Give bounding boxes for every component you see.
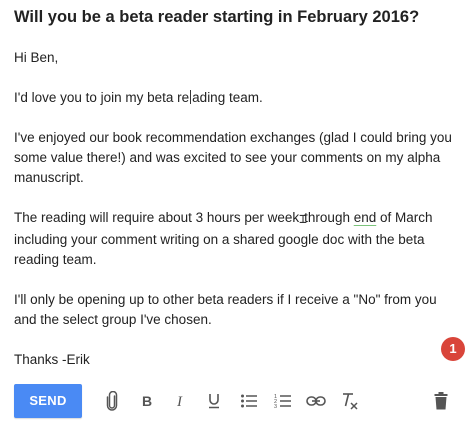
underline-icon [207,393,221,409]
numbered-list-button[interactable]: 1 2 3 [273,391,293,411]
discard-draft-button[interactable] [431,391,451,411]
svg-text:B: B [142,394,152,408]
body-paragraph-2: I've enjoyed our book recommendation exc… [14,130,452,185]
bold-icon: B [141,394,153,408]
trash-icon [434,392,448,410]
link-icon [306,395,326,407]
insert-link-button[interactable] [306,391,326,411]
body-paragraph-1: I'd love you to join my beta re ading tea… [14,88,459,108]
bold-button[interactable]: B [137,391,157,411]
numbered-list-icon: 1 2 3 [274,393,292,409]
paragraph-1-text-start: I'd love you to join my beta re [14,90,190,105]
bulleted-list-icon [240,393,258,409]
underline-button[interactable] [204,391,224,411]
svg-text:I: I [176,394,183,408]
svg-text:3: 3 [274,404,277,409]
signoff: Thanks -Erik [14,352,90,367]
email-subject: Will you be a beta reader starting in Fe… [14,8,420,26]
paperclip-icon [105,391,119,411]
bulleted-list-button[interactable] [239,391,259,411]
italic-button[interactable]: I [171,391,191,411]
remove-formatting-button[interactable] [340,391,360,411]
spelling-underline-word[interactable]: end [354,210,377,225]
greeting: Hi Ben, [14,50,59,65]
paragraph-1-text-end: ading team. [192,90,263,105]
italic-icon: I [175,394,187,408]
compose-toolbar: SEND B I 1 2 3 [0,384,469,418]
body-paragraph-4: I'll only be opening up to other beta re… [14,292,437,327]
paragraph-3-text-b: through [304,210,354,225]
body-paragraph-3: The reading will require about 3 hours p… [14,208,459,270]
attach-button[interactable] [102,391,122,411]
send-button[interactable]: SEND [14,384,82,418]
clear-formatting-icon [341,392,359,410]
mouse-ibeam-cursor-icon: ⌶ [299,212,307,227]
email-body[interactable]: Hi Ben, I'd love you to join my beta re a… [14,48,459,390]
notification-badge[interactable]: 1 [441,337,465,361]
paragraph-3-text-a: The reading will require about 3 hours p… [14,210,300,225]
